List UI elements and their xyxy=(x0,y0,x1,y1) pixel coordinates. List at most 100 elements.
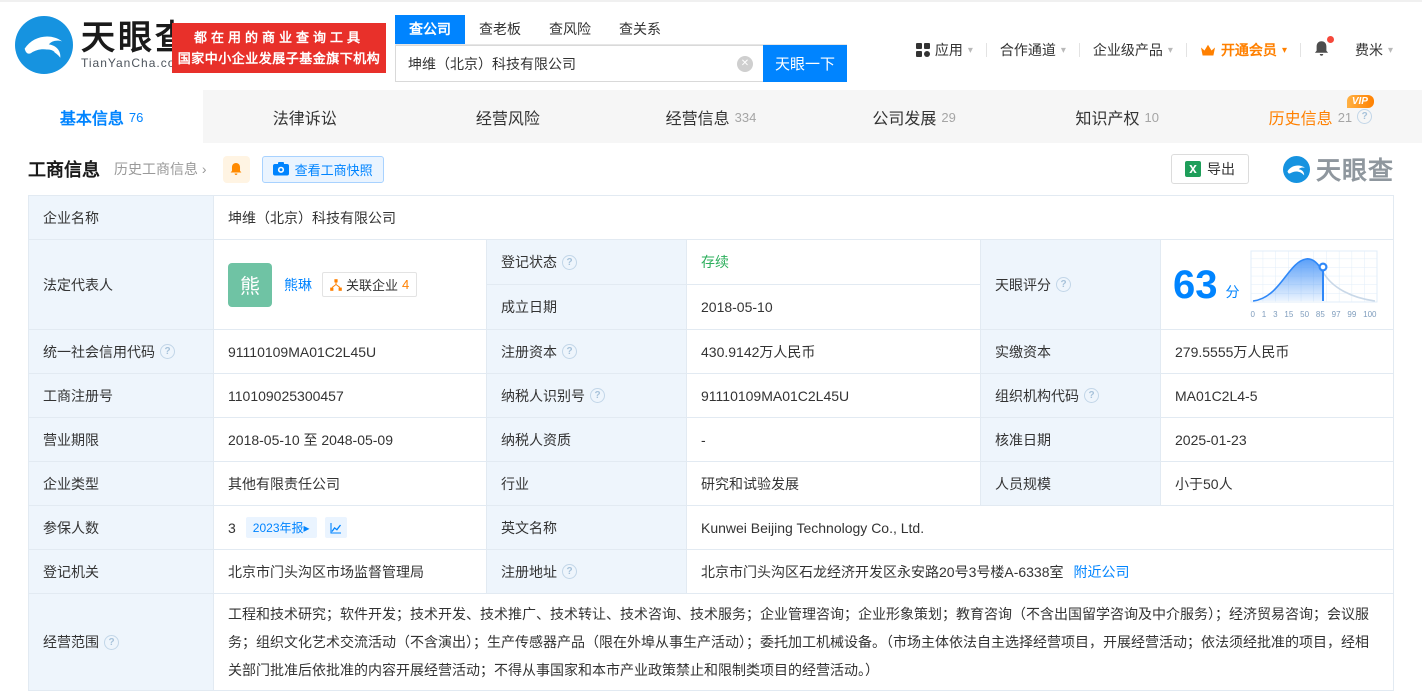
help-icon[interactable]: ? xyxy=(1056,277,1071,292)
tianyancha-logo[interactable]: 天眼查 TianYanCha.com xyxy=(15,16,192,74)
field-label-business-term: 营业期限 xyxy=(29,418,214,462)
help-icon[interactable]: ? xyxy=(562,564,577,579)
insured-trend-chart-button[interactable] xyxy=(325,517,347,538)
field-value-credit-code: 91110109MA01C2L45U xyxy=(214,330,487,374)
search-tab-relation[interactable]: 查关系 xyxy=(605,15,675,44)
tab-count: 29 xyxy=(941,110,955,125)
nav-apps[interactable]: 应用 ▾ xyxy=(903,40,986,60)
field-value-registration-status: 存续 xyxy=(687,240,981,285)
business-info-section-header: 工商信息 历史工商信息 › 查看工商快照 导出 天眼查 xyxy=(0,143,1422,195)
score-unit: 分 xyxy=(1226,282,1240,302)
bell-icon xyxy=(1313,40,1330,57)
label-text: 法定代表人 xyxy=(43,275,113,295)
field-value-industry: 研究和试验发展 xyxy=(687,462,981,506)
excel-icon xyxy=(1185,161,1201,177)
chevron-down-icon: ▾ xyxy=(1388,45,1393,56)
search-tab-company[interactable]: 查公司 xyxy=(395,15,465,44)
label-text: 企业名称 xyxy=(43,208,99,228)
field-label-registration-authority: 登记机关 xyxy=(29,550,214,594)
clear-search-icon[interactable]: ✕ xyxy=(737,56,753,72)
search-tab-boss[interactable]: 查老板 xyxy=(465,15,535,44)
search-tabs: 查公司 查老板 查风险 查关系 xyxy=(395,15,847,45)
field-label-insured-count: 参保人数 xyxy=(29,506,214,550)
field-value-approval-date: 2025-01-23 xyxy=(1161,418,1394,462)
nav-vip-label: 开通会员 xyxy=(1221,40,1277,60)
related-companies-badge[interactable]: 关联企业 4 xyxy=(322,272,417,297)
tab-label: 经营风险 xyxy=(476,105,540,129)
bell-icon xyxy=(229,162,243,176)
search-button[interactable]: 天眼一下 xyxy=(763,45,847,82)
nav-vip-membership[interactable]: 开通会员 ▾ xyxy=(1187,40,1300,60)
registered-address: 北京市门头沟区石龙经济开发区永安路20号3号楼A-6338室 xyxy=(701,562,1064,582)
label-text: 实缴资本 xyxy=(995,342,1051,362)
history-business-info-link[interactable]: 历史工商信息 › xyxy=(114,159,207,179)
field-value-registration-authority: 北京市门头沟区市场监督管理局 xyxy=(214,550,487,594)
username: 费米 xyxy=(1355,40,1383,60)
field-value-registration-number: 110109025300457 xyxy=(214,374,487,418)
tab-intellectual-property[interactable]: 知识产权 10 xyxy=(1016,90,1219,143)
tianyancha-logo-icon xyxy=(15,16,73,74)
label-text: 核准日期 xyxy=(995,430,1051,450)
notifications-button[interactable] xyxy=(1301,40,1342,60)
export-button-label: 导出 xyxy=(1207,159,1235,179)
top-nav: 应用 ▾ 合作通道 ▾ 企业级产品 ▾ 开通会员 ▾ xyxy=(903,40,1406,60)
tianyancha-watermark: 天眼查 xyxy=(1283,151,1394,187)
label-text: 行业 xyxy=(501,474,529,494)
tab-legal-litigation[interactable]: 法律诉讼 xyxy=(203,90,406,143)
legal-rep-name-link[interactable]: 熊琳 xyxy=(284,275,312,295)
field-label-paid-capital: 实缴资本 xyxy=(981,330,1161,374)
legal-rep-avatar[interactable]: 熊 xyxy=(228,263,272,307)
staff-size: 小于50人 xyxy=(1175,474,1233,494)
help-icon[interactable]: ? xyxy=(1357,109,1372,124)
help-icon[interactable]: ? xyxy=(590,388,605,403)
tab-operation-info[interactable]: 经营信息 334 xyxy=(609,90,812,143)
annual-report-badge[interactable]: 2023年报 ▸ xyxy=(246,517,317,538)
tab-count: 21 xyxy=(1338,110,1352,125)
field-value-company-name: 坤维（北京）科技有限公司 xyxy=(214,196,1394,240)
field-value-tianyan-score[interactable]: 63 分 01 xyxy=(1161,240,1394,330)
label-text: 注册地址 xyxy=(501,562,557,582)
field-label-tianyan-score: 天眼评分 ? xyxy=(981,240,1161,330)
notification-dot xyxy=(1327,36,1334,43)
label-text: 工商注册号 xyxy=(43,386,113,406)
tab-operation-risk[interactable]: 经营风险 xyxy=(406,90,609,143)
tab-basic-info[interactable]: 基本信息 76 xyxy=(0,90,203,143)
nearby-companies-link[interactable]: 附近公司 xyxy=(1074,562,1130,582)
field-label-company-name: 企业名称 xyxy=(29,196,214,240)
label-text: 经营范围 xyxy=(43,632,99,652)
slogan-banner: 都在用的商业查询工具 国家中小企业发展子基金旗下机构 xyxy=(172,23,386,73)
help-icon[interactable]: ? xyxy=(1084,388,1099,403)
label-text: 组织机构代码 xyxy=(995,386,1079,406)
nav-partner[interactable]: 合作通道 ▾ xyxy=(987,40,1079,60)
help-icon[interactable]: ? xyxy=(562,255,577,270)
nav-user-menu[interactable]: 费米 ▾ xyxy=(1342,40,1406,60)
export-button[interactable]: 导出 xyxy=(1171,154,1249,184)
nav-enterprise-label: 企业级产品 xyxy=(1093,40,1163,60)
watermark-text: 天眼查 xyxy=(1316,151,1394,187)
company-name: 坤维（北京）科技有限公司 xyxy=(228,208,396,228)
site-header: 天眼查 TianYanCha.com 都在用的商业查询工具 国家中小企业发展子基… xyxy=(0,0,1422,90)
field-label-approval-date: 核准日期 xyxy=(981,418,1161,462)
monitor-bell-button[interactable] xyxy=(223,156,250,183)
vip-badge: VIP xyxy=(1347,95,1374,108)
tab-history-info[interactable]: VIP 历史信息 21 ? xyxy=(1219,90,1422,143)
search-tab-risk[interactable]: 查风险 xyxy=(535,15,605,44)
field-label-business-scope: 经营范围 ? xyxy=(29,594,214,691)
registration-number: 110109025300457 xyxy=(228,388,344,404)
registered-capital: 430.9142万人民币 xyxy=(701,342,815,362)
company-tab-bar: 基本信息 76 法律诉讼 经营风险 经营信息 334 公司发展 29 知识产权 … xyxy=(0,90,1422,143)
help-icon[interactable]: ? xyxy=(562,344,577,359)
crown-icon xyxy=(1200,44,1216,57)
search-input[interactable] xyxy=(395,45,763,82)
help-icon[interactable]: ? xyxy=(104,635,119,650)
field-label-org-code: 组织机构代码 ? xyxy=(981,374,1161,418)
nav-enterprise[interactable]: 企业级产品 ▾ xyxy=(1080,40,1186,60)
view-business-snapshot-button[interactable]: 查看工商快照 xyxy=(262,156,384,183)
field-value-insured-count: 3 2023年报 ▸ xyxy=(214,506,487,550)
score-axis-labels: 01 315 5085 9799 100 xyxy=(1250,310,1378,319)
field-label-english-name: 英文名称 xyxy=(487,506,687,550)
help-icon[interactable]: ? xyxy=(160,344,175,359)
expand-icon: ▸ xyxy=(304,521,310,535)
tab-company-development[interactable]: 公司发展 29 xyxy=(813,90,1016,143)
line-chart-icon xyxy=(330,522,342,534)
